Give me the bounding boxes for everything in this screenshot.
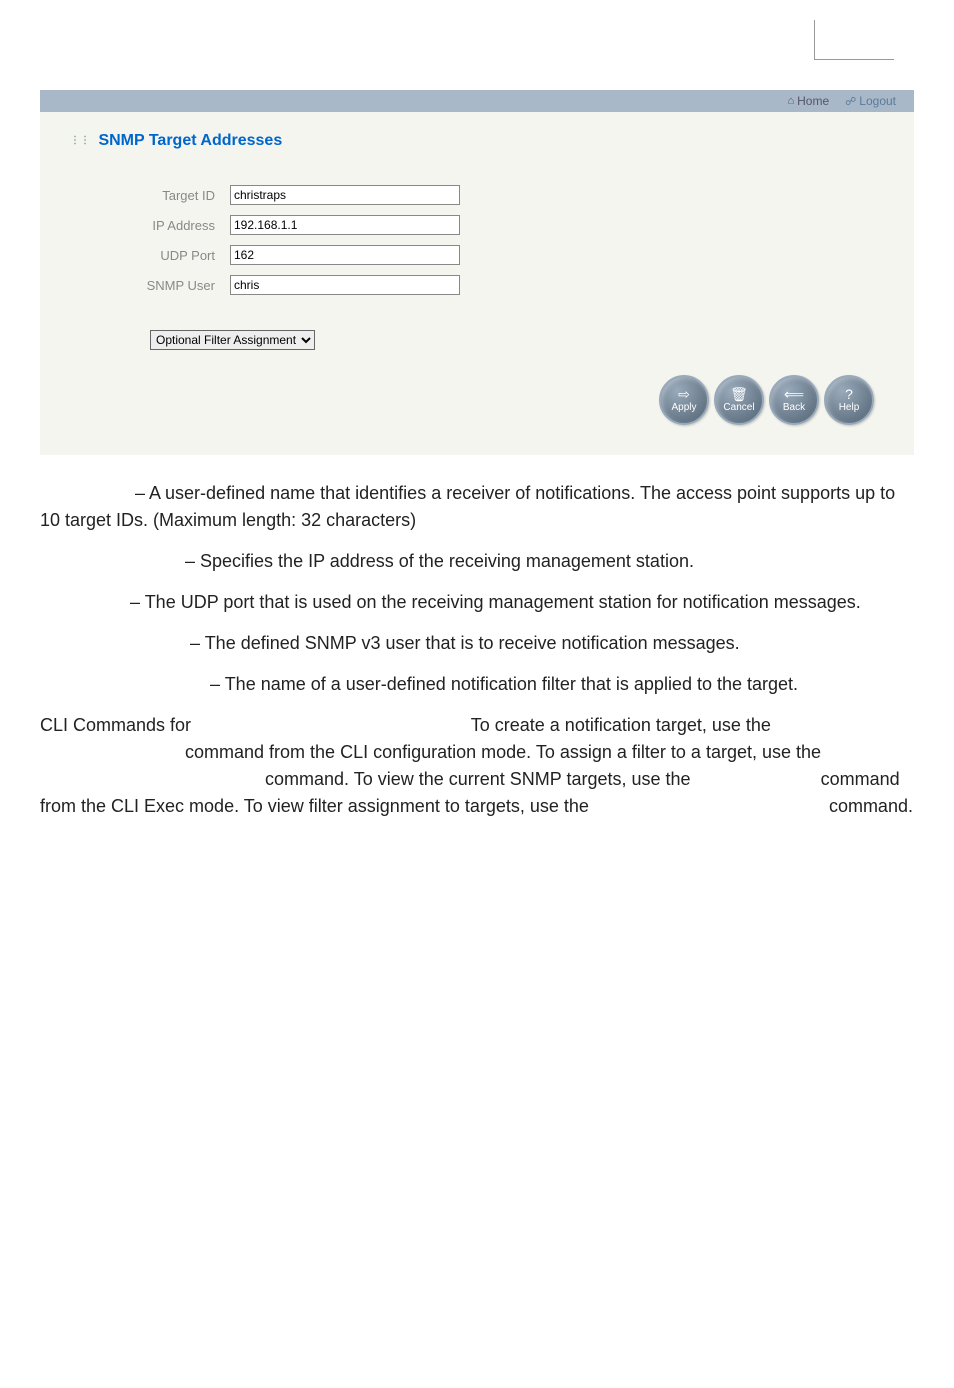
doc-snmp-user: – The defined SNMP v3 user that is to re… xyxy=(40,630,914,657)
logout-link[interactable]: ☍ Logout xyxy=(837,94,904,108)
doc-filter: – The name of a user-defined notificatio… xyxy=(40,671,914,698)
udp-port-input[interactable] xyxy=(230,245,460,265)
ip-address-row: IP Address xyxy=(90,210,460,240)
doc-p6c: command from the CLI configuration mode.… xyxy=(185,742,821,762)
target-id-row: Target ID xyxy=(90,180,460,210)
doc-target-id: – A user-defined name that identifies a … xyxy=(40,480,914,534)
cancel-icon: 🗑 xyxy=(730,387,748,401)
title-decoration-icon: ⋮⋮ xyxy=(70,135,90,146)
home-icon: ⌂ xyxy=(787,95,794,107)
logout-label: Logout xyxy=(859,94,896,108)
ip-address-label: IP Address xyxy=(90,210,230,240)
target-id-input[interactable] xyxy=(230,185,460,205)
doc-p6a: CLI Commands for xyxy=(40,715,196,735)
button-row: ⇨ Apply 🗑 Cancel ⟸ Back ? Help xyxy=(70,375,884,425)
snmp-user-input[interactable] xyxy=(230,275,460,295)
help-icon: ? xyxy=(845,387,853,401)
cancel-label: Cancel xyxy=(723,402,754,413)
back-label: Back xyxy=(783,402,805,413)
filter-assignment-dropdown[interactable]: Optional Filter Assignment xyxy=(150,330,315,350)
crop-mark xyxy=(814,20,894,60)
snmp-user-label: SNMP User xyxy=(90,270,230,300)
doc-p1-text: – A user-defined name that identifies a … xyxy=(40,483,895,530)
apply-button[interactable]: ⇨ Apply xyxy=(659,375,709,425)
home-link[interactable]: ⌂ Home xyxy=(779,94,837,108)
snmp-user-row: SNMP User xyxy=(90,270,460,300)
header-bar: ⌂ Home ☍ Logout xyxy=(40,90,914,112)
panel-title-text: SNMP Target Addresses xyxy=(98,132,282,149)
form-area: Target ID IP Address UDP Port SNMP User xyxy=(90,180,460,300)
doc-p6d: command. To view the current SNMP target… xyxy=(265,769,696,789)
doc-p2-text: – Specifies the IP address of the receiv… xyxy=(180,551,694,571)
main-panel: ⋮⋮ SNMP Target Addresses Target ID IP Ad… xyxy=(40,112,914,455)
ip-address-input[interactable] xyxy=(230,215,460,235)
apply-label: Apply xyxy=(671,402,696,413)
help-button[interactable]: ? Help xyxy=(824,375,874,425)
doc-cli: CLI Commands for To create a notificatio… xyxy=(40,712,914,820)
doc-p6f: command. xyxy=(829,796,913,816)
doc-ip-address: – Specifies the IP address of the receiv… xyxy=(40,548,914,575)
home-label: Home xyxy=(797,94,829,108)
doc-p5-text: – The name of a user-defined notificatio… xyxy=(205,674,798,694)
panel-title: ⋮⋮ SNMP Target Addresses xyxy=(70,132,884,150)
logout-icon: ☍ xyxy=(845,95,856,108)
doc-p4-text: – The defined SNMP v3 user that is to re… xyxy=(185,633,740,653)
udp-port-row: UDP Port xyxy=(90,240,460,270)
help-label: Help xyxy=(839,402,860,413)
target-id-label: Target ID xyxy=(90,180,230,210)
apply-icon: ⇨ xyxy=(678,387,690,401)
back-button[interactable]: ⟸ Back xyxy=(769,375,819,425)
doc-udp-port: – The UDP port that is used on the recei… xyxy=(40,589,914,616)
doc-p6b: To create a notification target, use the xyxy=(471,715,771,735)
filter-dropdown-row: Optional Filter Assignment xyxy=(150,330,884,350)
back-icon: ⟸ xyxy=(784,387,804,401)
cancel-button[interactable]: 🗑 Cancel xyxy=(714,375,764,425)
doc-p3-text: – The UDP port that is used on the recei… xyxy=(125,592,861,612)
documentation-text: – A user-defined name that identifies a … xyxy=(40,480,914,820)
udp-port-label: UDP Port xyxy=(90,240,230,270)
